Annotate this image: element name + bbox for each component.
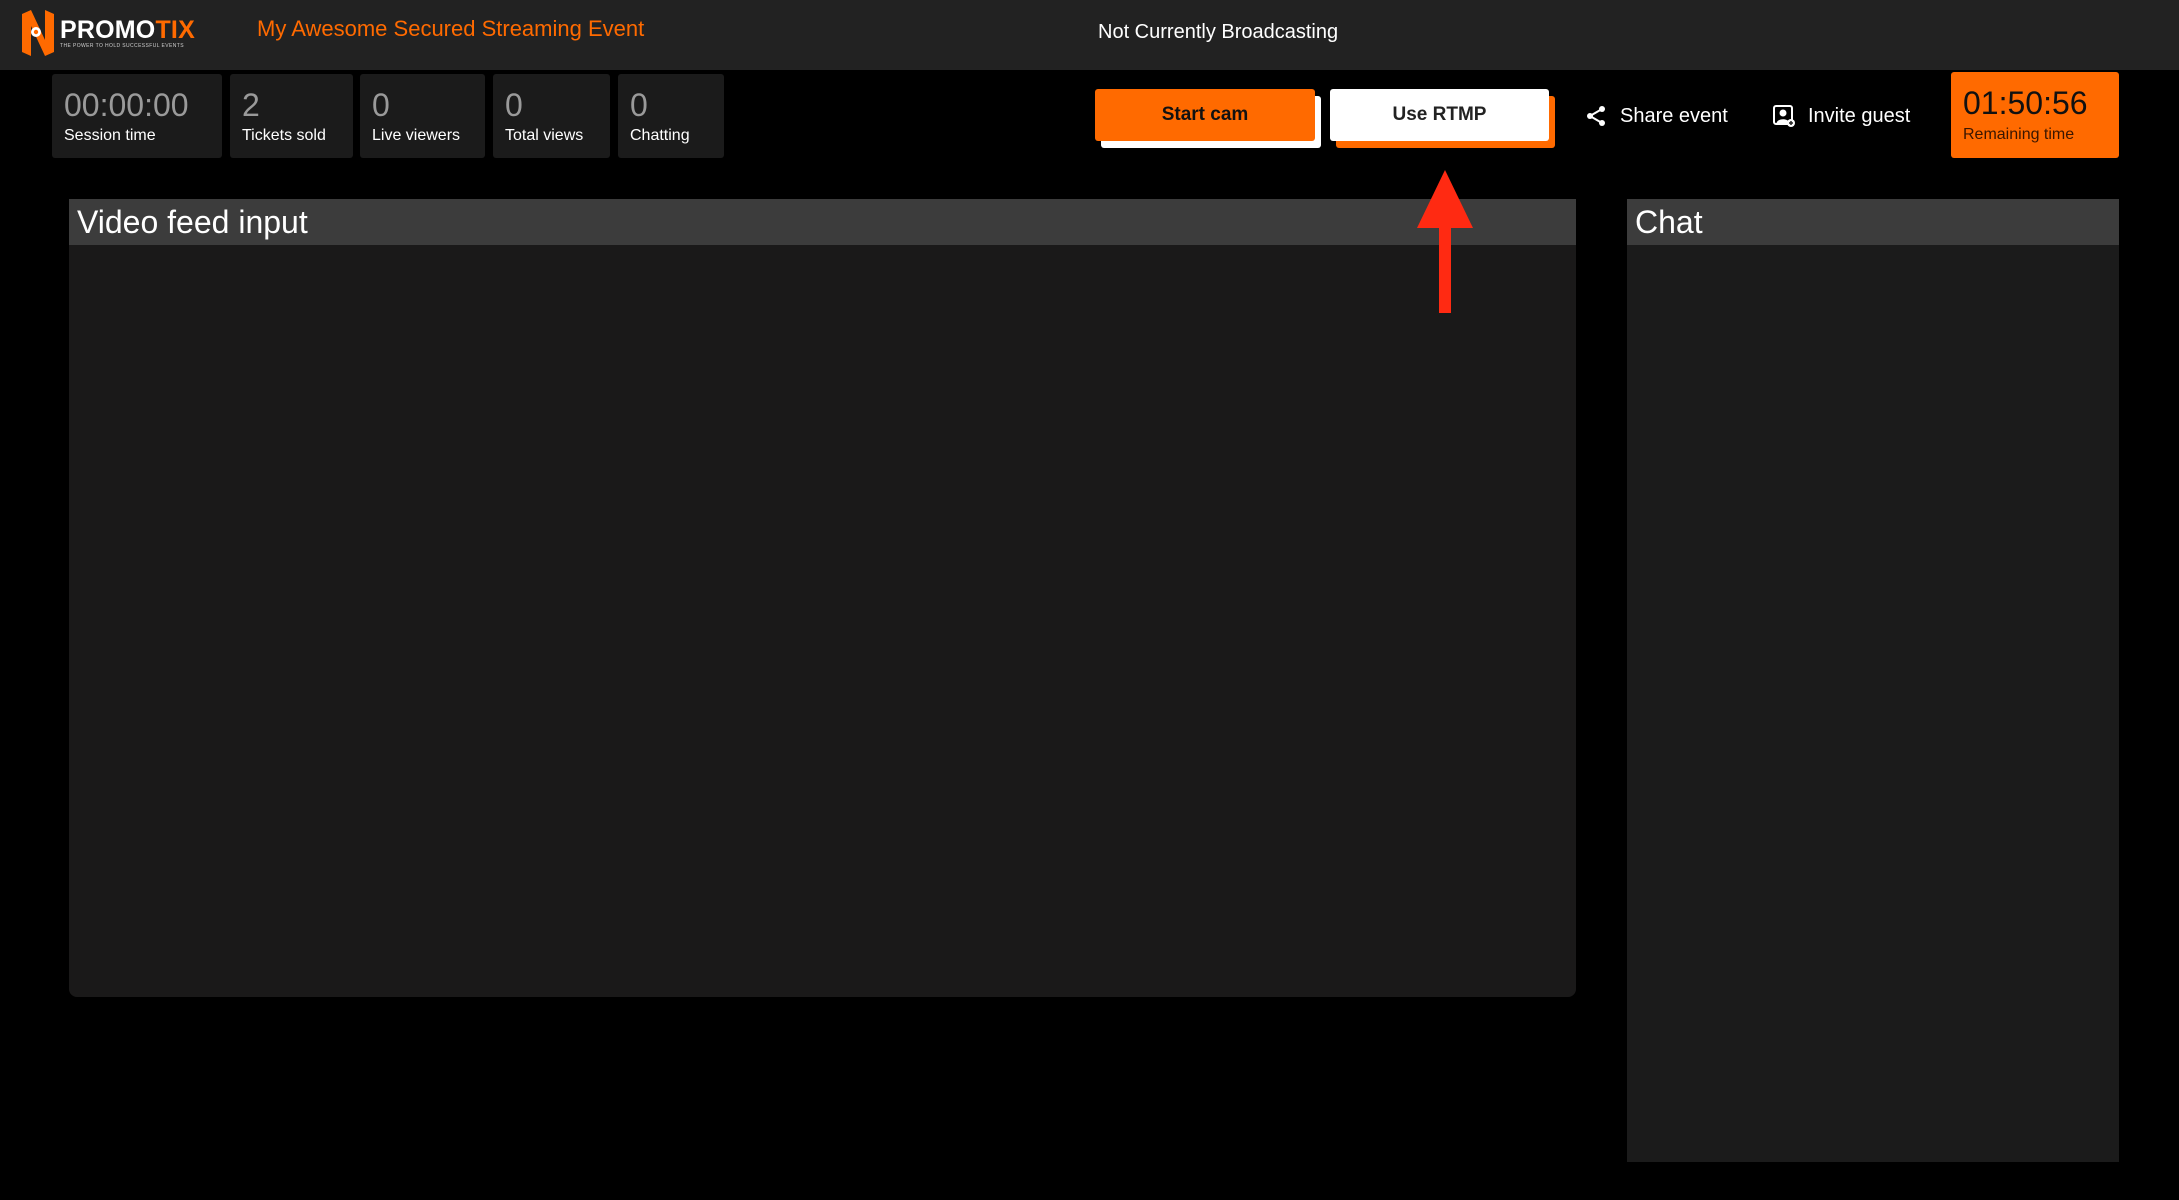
promotix-logo[interactable]: PROMOTIX THE POWER TO HOLD SUCCESSFUL EV… bbox=[22, 10, 195, 56]
share-icon bbox=[1587, 106, 1605, 126]
share-event-label: Share event bbox=[1620, 104, 1728, 127]
promotix-logo-icon bbox=[22, 10, 54, 56]
video-feed-area bbox=[69, 245, 1576, 997]
broadcast-status: Not Currently Broadcasting bbox=[1098, 21, 1339, 43]
invite-guest-button[interactable]: Invite guest bbox=[1772, 102, 1910, 130]
use-rtmp-button[interactable]: Use RTMP bbox=[1330, 89, 1549, 141]
chat-header: Chat bbox=[1627, 199, 2119, 245]
remaining-time-label: Remaining time bbox=[1963, 126, 2075, 143]
chat-area bbox=[1627, 245, 2119, 1162]
logo-wordmark: PROMOTIX bbox=[60, 15, 195, 44]
stat-label: Tickets sold bbox=[242, 127, 326, 144]
stat-tickets-sold: 2 Tickets sold bbox=[230, 74, 353, 158]
start-cam-button[interactable]: Start cam bbox=[1095, 89, 1315, 141]
event-title: My Awesome Secured Streaming Event bbox=[257, 16, 645, 41]
share-event-button[interactable]: Share event bbox=[1584, 102, 1728, 130]
stat-label: Total views bbox=[505, 127, 584, 144]
remaining-time-value: 01:50:56 bbox=[1963, 85, 2088, 121]
stat-session-time: 00:00:00 Session time bbox=[52, 74, 222, 158]
stat-label: Chatting bbox=[630, 127, 690, 144]
stat-value: 2 bbox=[242, 87, 260, 123]
stat-value: 0 bbox=[372, 87, 390, 123]
top-bar: PROMOTIX THE POWER TO HOLD SUCCESSFUL EV… bbox=[0, 0, 2179, 70]
logo-tagline: THE POWER TO HOLD SUCCESSFUL EVENTS bbox=[60, 42, 184, 49]
stat-total-views: 0 Total views bbox=[493, 74, 610, 158]
video-feed-header: Video feed input bbox=[69, 199, 1576, 245]
stat-chatting: 0 Chatting bbox=[618, 74, 724, 158]
stat-value: 0 bbox=[505, 87, 523, 123]
remaining-time-box: 01:50:56 Remaining time bbox=[1951, 72, 2119, 158]
logo-text: PROMOTIX THE POWER TO HOLD SUCCESSFUL EV… bbox=[60, 17, 195, 50]
stat-value: 00:00:00 bbox=[64, 87, 189, 123]
stat-label: Session time bbox=[64, 127, 156, 144]
red-up-arrow-icon bbox=[1417, 170, 1473, 313]
stat-label: Live viewers bbox=[372, 127, 461, 144]
stat-value: 0 bbox=[630, 87, 648, 123]
stat-live-viewers: 0 Live viewers bbox=[360, 74, 485, 158]
invite-guest-icon bbox=[1773, 105, 1795, 127]
invite-guest-label: Invite guest bbox=[1808, 104, 1911, 127]
